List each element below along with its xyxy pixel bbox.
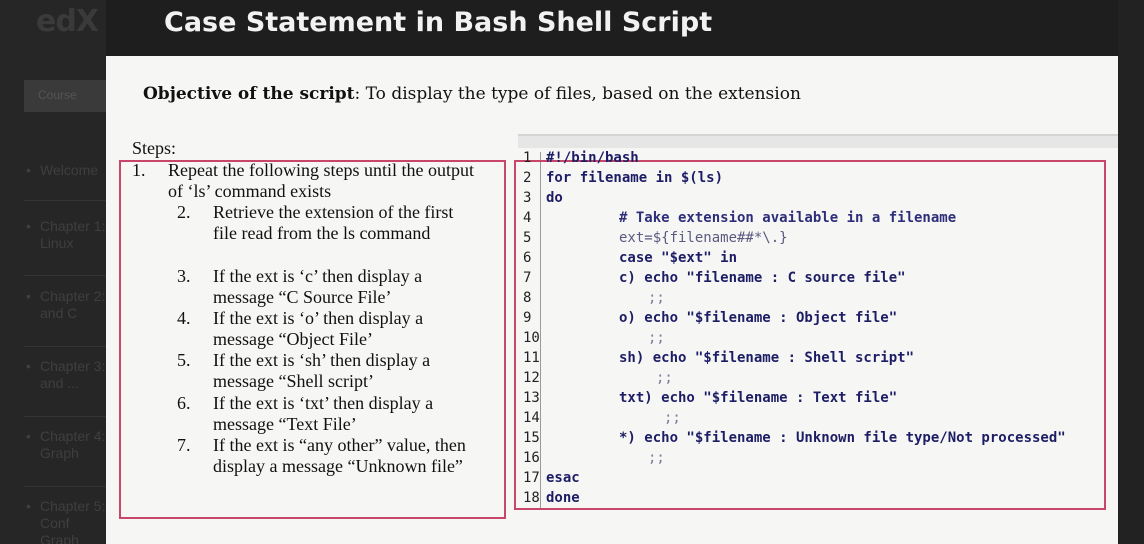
step-text: If the ext is “any other” value, then di… [213, 435, 466, 476]
objective-text: : To display the type of files, based on… [354, 84, 801, 104]
divider [24, 275, 108, 276]
edx-logo: edX [36, 4, 99, 39]
step-number: 7. [177, 435, 191, 455]
line-number: 8 [523, 290, 532, 306]
code-line: ;; [648, 330, 665, 346]
code-line: ;; [648, 450, 665, 466]
line-number: 1 [523, 150, 532, 166]
slide-title: Case Statement in Bash Shell Script [164, 7, 713, 38]
code-line: ;; [664, 410, 681, 426]
line-number: 3 [523, 190, 532, 206]
outline-item[interactable]: Chapter 5: Conf Graph [26, 498, 110, 544]
step-item: 2. Retrieve the extension of the first f… [177, 202, 477, 244]
code-line: for filename in $(ls) [546, 170, 724, 186]
step-text: If the ext is ‘txt’ then display a messa… [213, 393, 434, 434]
line-number: 5 [523, 230, 532, 246]
outline-item[interactable]: Chapter 4: Graph [26, 428, 110, 462]
code-line: txt) echo "$filename : Text file" [619, 390, 898, 406]
code-line: sh) echo "$filename : Shell script" [619, 350, 915, 366]
steps-heading: Steps: [132, 138, 177, 158]
objective-label: Objective of the script [143, 84, 355, 104]
line-number: 16 [523, 450, 540, 466]
step-text: If the ext is ‘o’ then display a message… [213, 308, 424, 349]
code-line: do [546, 190, 563, 206]
step-text: If the ext is ‘sh’ then display a messag… [213, 350, 431, 391]
video-slide[interactable]: Case Statement in Bash Shell Script Obje… [106, 0, 1118, 544]
step-number: 3. [177, 266, 191, 286]
line-number: 11 [523, 350, 540, 366]
editor-toolbar-strip [518, 134, 1118, 148]
line-number: 9 [523, 310, 532, 326]
divider [24, 486, 108, 487]
step-item: 3. If the ext is ‘c’ then display a mess… [177, 266, 477, 308]
step-number: 6. [177, 393, 191, 413]
divider [24, 200, 108, 201]
code-line: c) echo "filename : C source file" [619, 270, 906, 286]
outline-item[interactable]: Welcome [26, 162, 110, 179]
step-item: 6. If the ext is ‘txt’ then display a me… [177, 393, 477, 435]
code-line: esac [546, 470, 580, 486]
step-item: 7. If the ext is “any other” value, then… [177, 435, 477, 477]
step-item: 1. Repeat the following steps until the … [132, 160, 482, 202]
outline-item[interactable]: Chapter 1: Linux [26, 218, 110, 252]
line-number: 14 [523, 410, 540, 426]
step-text: Repeat the following steps until the out… [168, 160, 474, 201]
code-line: case "$ext" in [619, 250, 738, 266]
divider [24, 416, 108, 417]
step-number: 1. [132, 160, 146, 180]
line-number: 12 [523, 370, 540, 386]
step-number: 4. [177, 308, 191, 328]
outline-item[interactable]: Chapter 3: and ... [26, 358, 110, 392]
step-number: 2. [177, 202, 191, 222]
step-item: 4. If the ext is ‘o’ then display a mess… [177, 308, 477, 350]
code-line: o) echo "$filename : Object file" [619, 310, 898, 326]
line-number: 4 [523, 210, 532, 226]
step-number: 5. [177, 350, 191, 370]
code-line: #!/bin/bash [546, 150, 639, 166]
slide-header: Case Statement in Bash Shell Script [106, 0, 1118, 56]
code-line: *) echo "$filename : Unknown file type/N… [619, 430, 1066, 446]
outline-item[interactable]: Chapter 2: and C [26, 288, 110, 322]
line-number: 10 [523, 330, 540, 346]
code-line: ;; [648, 290, 665, 306]
line-number: 7 [523, 270, 532, 286]
divider [24, 346, 108, 347]
step-item: 5. If the ext is ‘sh’ then display a mes… [177, 350, 477, 392]
code-line: done [546, 490, 580, 506]
step-text: If the ext is ‘c’ then display a message… [213, 266, 423, 307]
line-number: 18 [523, 490, 540, 506]
right-edge-strip [1118, 0, 1144, 544]
step-text: Retrieve the extension of the first file… [213, 202, 454, 243]
line-number: 6 [523, 250, 532, 266]
objective-line: Objective of the script: To display the … [143, 84, 801, 104]
course-tab[interactable]: Course [24, 80, 108, 112]
line-number: 15 [523, 430, 540, 446]
line-number: 17 [523, 470, 540, 486]
code-comment: # Take extension available in a filename [619, 210, 957, 226]
line-number: 13 [523, 390, 540, 406]
code-line: ;; [656, 370, 673, 386]
course-tab-label: Course [38, 88, 77, 102]
line-number: 2 [523, 170, 532, 186]
code-line: ext=${filename##*\.} [619, 230, 788, 246]
